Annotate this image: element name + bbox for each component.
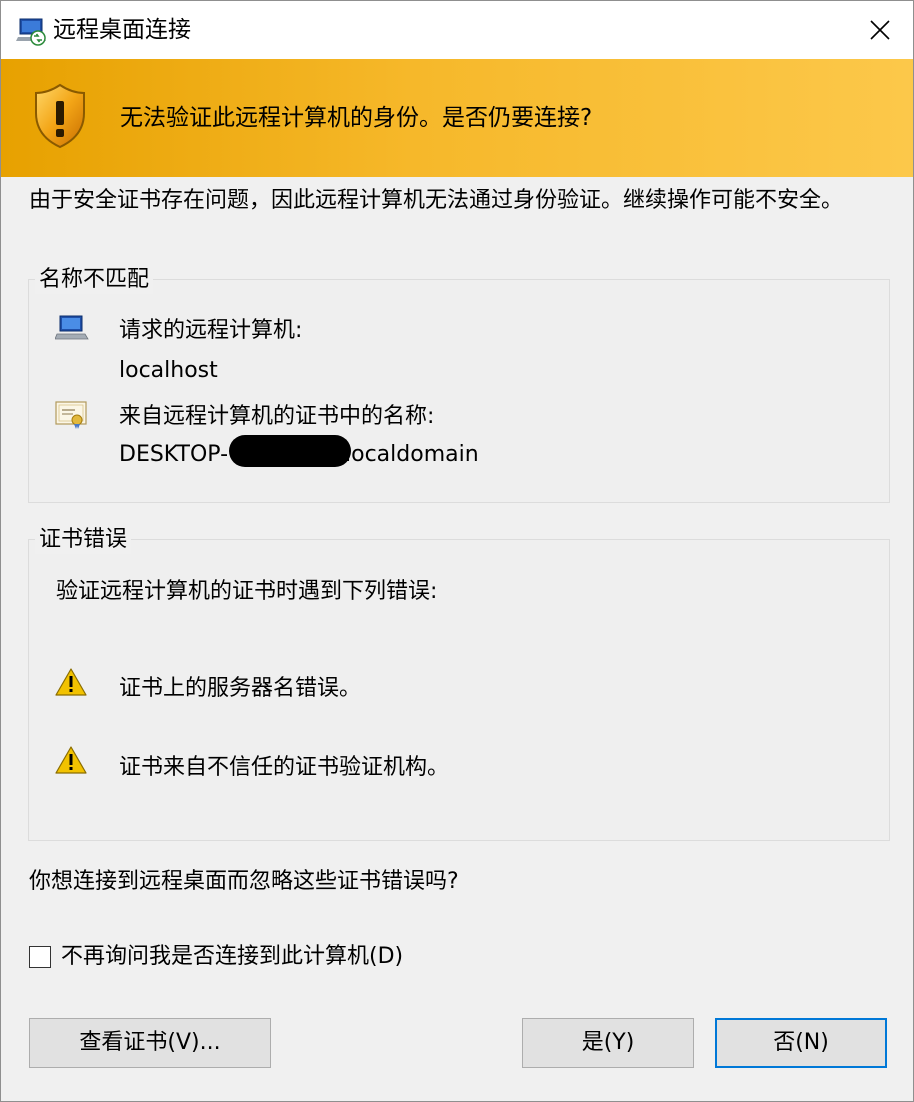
rdp-certificate-dialog: 远程桌面连接 无法验证此远程计算机的身份。是否仍要连接? 由于安全证书存在问题，… [0,0,914,1102]
computer-icon [55,315,89,340]
remote-desktop-icon [16,18,46,46]
view-certificate-button[interactable]: 查看证书(V)... [29,1018,271,1068]
certificate-name-label: 来自远程计算机的证书中的名称: [119,404,435,429]
redaction-mark [229,435,351,467]
certificate-errors-group: 证书错误 验证远程计算机的证书时遇到下列错误: 证书上的服务器名错误。 证书来自… [28,526,890,841]
banner-message: 无法验证此远程计算机的身份。是否仍要连接? [120,105,593,131]
warning-icon [55,668,87,696]
certificate-error-item: 证书上的服务器名错误。 [119,676,362,701]
close-icon [870,20,890,40]
requested-computer-value: localhost [119,358,218,383]
requested-computer-label: 请求的远程计算机: [119,318,303,343]
title-bar: 远程桌面连接 [1,1,913,59]
dont-ask-again-label[interactable]: 不再询问我是否连接到此计算机(D) [61,942,403,972]
dont-ask-again-checkbox[interactable] [29,946,51,968]
certificate-name-suffix: .localdomain [338,442,479,467]
certificate-errors-legend: 证书错误 [35,526,132,554]
certificate-icon [55,401,87,429]
certificate-error-item: 证书来自不信任的证书验证机构。 [119,755,450,780]
yes-button[interactable]: 是(Y) [522,1018,694,1068]
certificate-name-prefix: DESKTOP- [119,442,229,467]
name-mismatch-group: 名称不匹配 请求的远程计算机: localhost 来自远程计算机的证书中的名称… [28,266,890,503]
intro-text: 由于安全证书存在问题，因此远程计算机无法通过身份验证。继续操作可能不安全。 [29,188,844,213]
close-button[interactable] [847,1,913,59]
no-button[interactable]: 否(N) [715,1018,887,1068]
warning-icon [55,746,87,774]
warning-banner: 无法验证此远程计算机的身份。是否仍要连接? [1,59,913,177]
certificate-errors-intro: 验证远程计算机的证书时遇到下列错误: [56,579,438,604]
name-mismatch-legend: 名称不匹配 [35,266,154,294]
ignore-errors-question: 你想连接到远程桌面而忽略这些证书错误吗? [29,869,459,894]
security-shield-warning-icon [35,83,85,149]
window-title: 远程桌面连接 [53,17,191,43]
